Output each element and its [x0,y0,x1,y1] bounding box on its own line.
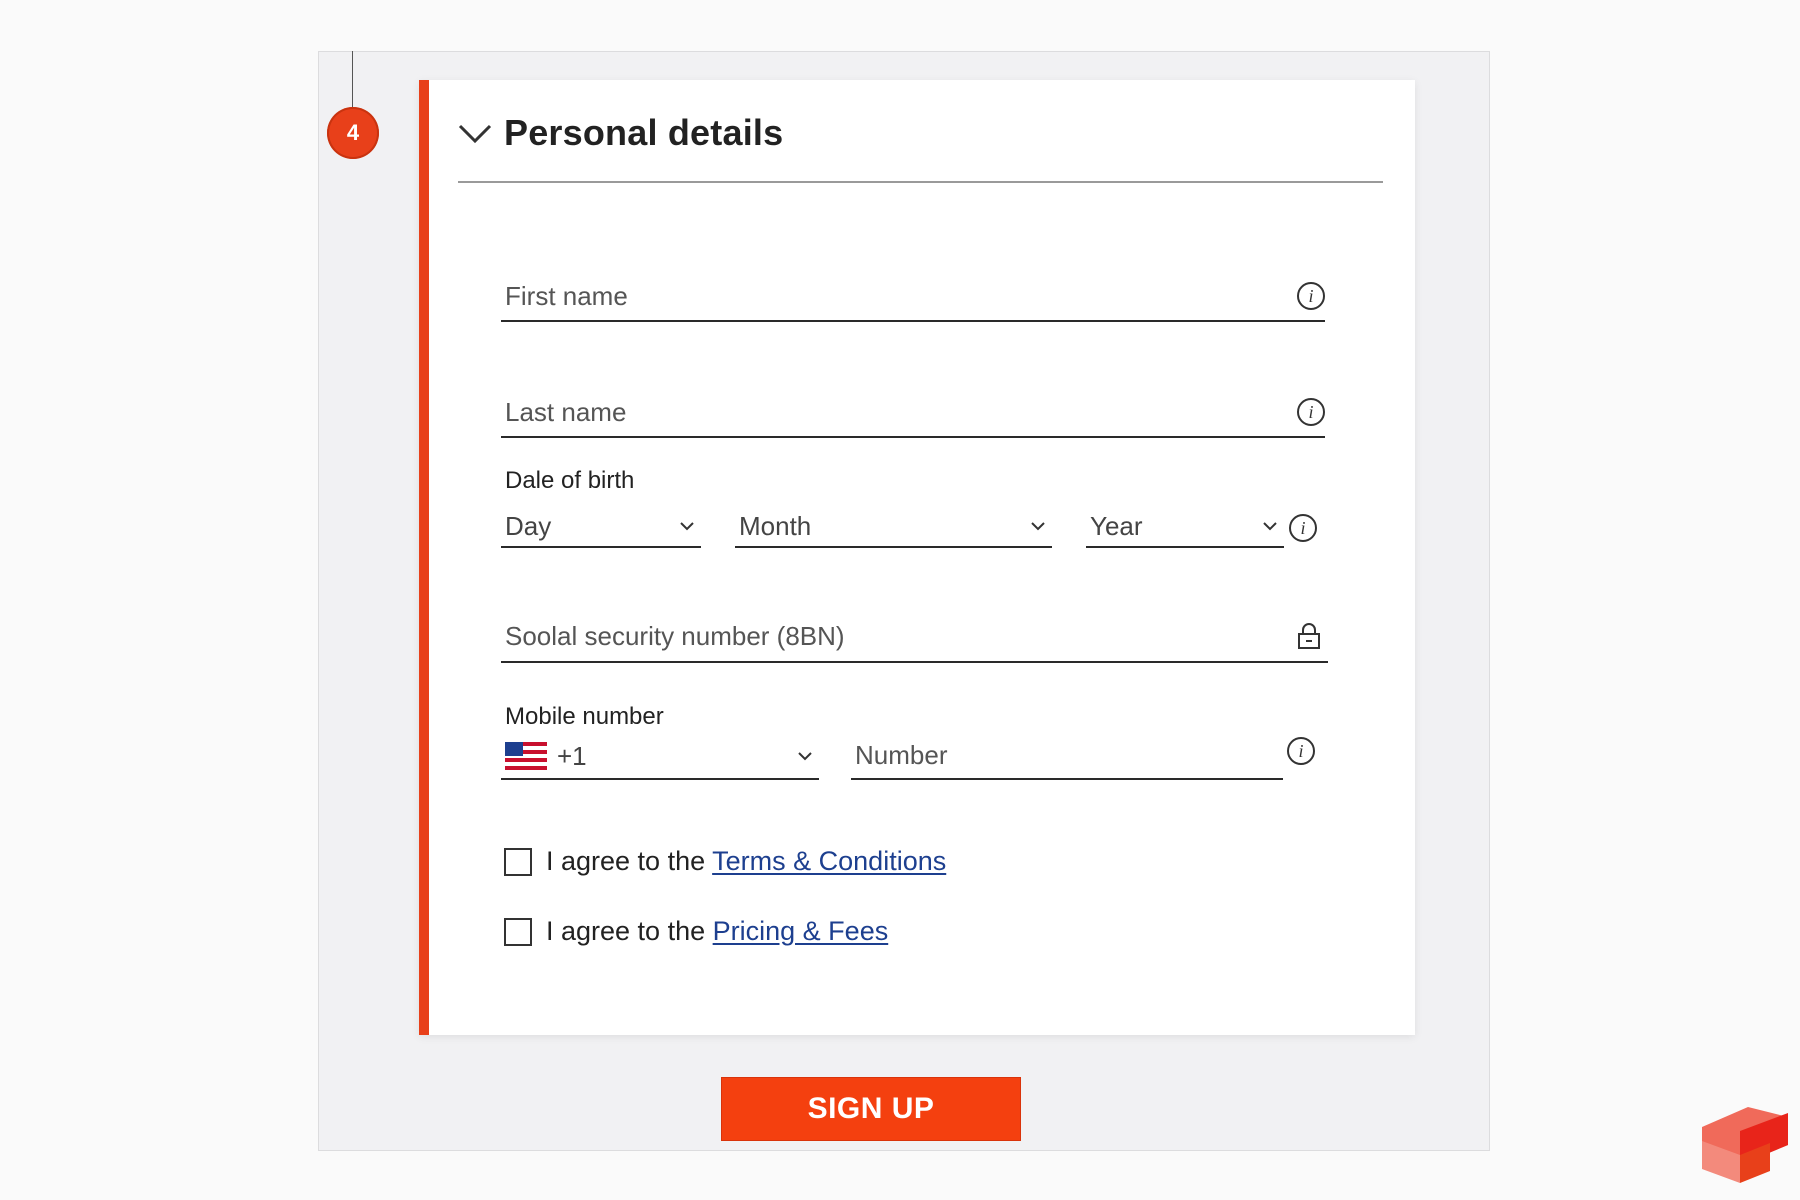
pricing-link[interactable]: Pricing & Fees [713,916,889,946]
dob-day-value: Day [505,510,552,541]
pricing-agreement: I agree to the Pricing & Fees [504,916,888,947]
dob-year-select[interactable]: Year [1086,506,1284,548]
step-connector-line [352,51,353,109]
country-code-value: +1 [557,740,587,771]
terms-checkbox[interactable] [504,847,532,876]
section-divider [458,181,1383,183]
info-icon[interactable]: i [1289,514,1317,542]
country-code-select[interactable]: +1 [501,734,819,780]
lock-icon [1298,623,1320,649]
us-flag-icon [505,742,547,770]
chevron-down-icon [1031,522,1045,531]
brand-logo-icon [1702,1107,1788,1183]
last-name-input[interactable] [501,396,1297,428]
dob-label: Dale of birth [505,467,635,494]
last-name-field: i [501,388,1325,438]
ssn-field [501,611,1328,663]
dob-day-select[interactable]: Day [501,506,701,548]
first-name-field: i [501,272,1325,322]
chevron-down-icon [798,752,812,761]
pricing-checkbox[interactable] [504,917,532,946]
sign-up-button[interactable]: SIGN UP [721,1077,1021,1141]
terms-link[interactable]: Terms & Conditions [712,846,946,876]
dob-year-value: Year [1090,510,1143,541]
terms-agreement: I agree to the Terms & Conditions [504,846,946,877]
section-title: Personal details [504,112,784,153]
personal-details-card [419,80,1415,1035]
pricing-prefix: I agree to the [546,916,706,946]
info-icon[interactable]: i [1287,737,1315,765]
chevron-down-icon [1263,522,1277,531]
chevron-down-icon [458,124,492,144]
section-header[interactable]: Personal details [458,108,783,158]
mobile-number-field [851,732,1283,780]
info-icon[interactable]: i [1297,398,1325,426]
dob-month-value: Month [739,510,812,541]
mobile-number-input[interactable] [851,739,1283,771]
dob-month-select[interactable]: Month [735,506,1052,548]
mobile-label: Mobile number [505,703,664,730]
card-accent-bar [419,80,429,1035]
ssn-input[interactable] [501,620,1296,652]
chevron-down-icon [680,522,694,531]
info-icon[interactable]: i [1297,282,1325,310]
terms-prefix: I agree to the [546,846,706,876]
first-name-input[interactable] [501,280,1297,312]
step-badge: 4 [327,107,379,159]
